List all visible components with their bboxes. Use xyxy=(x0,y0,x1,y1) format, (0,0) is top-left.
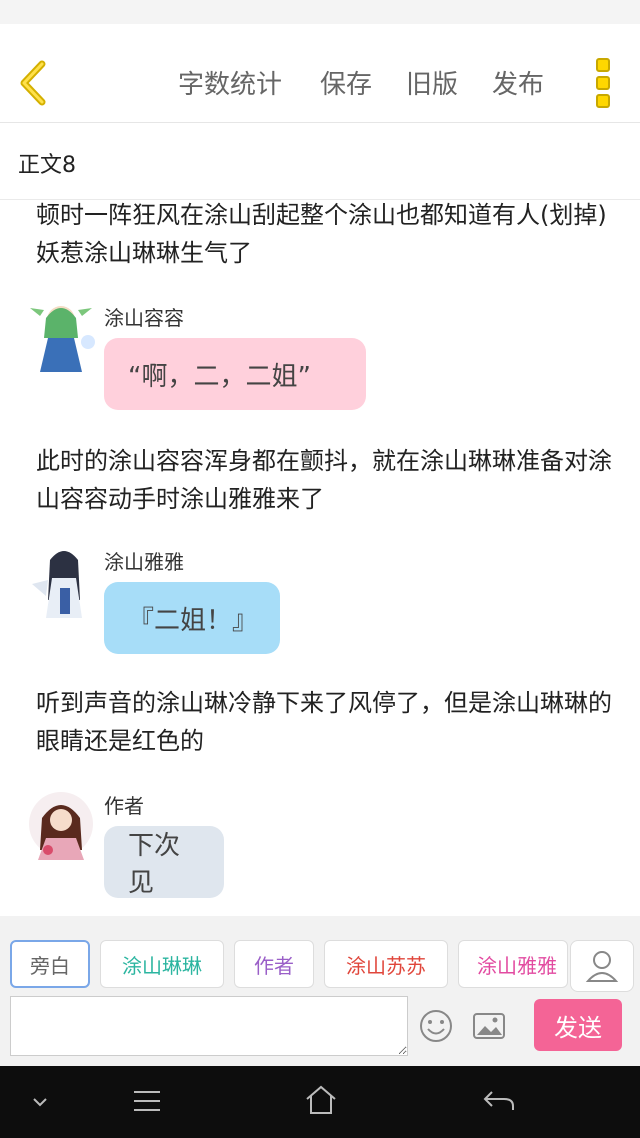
role-chip[interactable]: 作者 xyxy=(234,940,314,988)
role-selector-bar: 旁白 涂山琳琳 作者 涂山苏苏 涂山雅雅 xyxy=(0,916,640,994)
word-count-button[interactable]: 字数统计 xyxy=(178,64,282,101)
avatar-tushan-yaya xyxy=(32,551,82,618)
narration-text[interactable]: 此时的涂山容容浑身都在颤抖，就在涂山琳琳准备对涂山容容动手时涂山雅雅来了 xyxy=(36,442,616,518)
save-button[interactable]: 保存 xyxy=(320,64,372,101)
speaker-name: 涂山容容 xyxy=(104,306,184,330)
avatar-author xyxy=(29,792,93,860)
publish-button[interactable]: 发布 xyxy=(492,64,544,101)
role-chip-label: 旁白 xyxy=(30,953,70,978)
chapter-title[interactable]: 正文8 xyxy=(18,147,76,179)
chapter-header: 正文8 xyxy=(0,123,640,200)
role-chip-label: 作者 xyxy=(254,953,294,978)
role-chip[interactable]: 涂山雅雅 xyxy=(458,940,568,988)
chevron-down-icon[interactable] xyxy=(30,1094,50,1110)
narration-text[interactable]: 顿时一阵狂风在涂山刮起整个涂山也都知道有人(划掉)妖惹涂山琳琳生气了 xyxy=(36,200,616,272)
add-role-button[interactable] xyxy=(570,940,634,992)
role-chip[interactable]: 涂山苏苏 xyxy=(324,940,448,988)
home-icon[interactable] xyxy=(304,1084,338,1116)
message-input[interactable] xyxy=(10,996,408,1056)
image-icon[interactable] xyxy=(471,1008,507,1044)
dialogue-bubble[interactable]: 下次见 xyxy=(104,826,224,898)
role-chip-label: 涂山苏苏 xyxy=(346,953,426,978)
dialogue-bubble[interactable]: 『二姐！』 xyxy=(104,582,280,654)
back-icon[interactable] xyxy=(14,58,54,108)
narration-text[interactable]: 听到声音的涂山琳冷静下来了风停了，但是涂山琳琳的眼睛还是红色的 xyxy=(36,684,616,760)
old-version-button[interactable]: 旧版 xyxy=(406,64,458,101)
role-chip-label: 涂山雅雅 xyxy=(477,953,557,978)
system-nav-bar xyxy=(0,1066,640,1138)
composer-bar: 发送 xyxy=(0,994,640,1066)
role-chip[interactable]: 旁白 xyxy=(10,940,90,988)
dialogue-bubble[interactable]: “啊，二，二姐” xyxy=(104,338,366,410)
user-icon xyxy=(585,951,619,982)
role-chip[interactable]: 涂山琳琳 xyxy=(100,940,224,988)
status-bar xyxy=(0,0,640,24)
avatar-tushan-rongrong xyxy=(30,306,95,372)
story-content: 顿时一阵狂风在涂山刮起整个涂山也都知道有人(划掉)妖惹涂山琳琳生气了 涂山容容 … xyxy=(0,200,640,916)
speaker-name: 作者 xyxy=(104,794,144,818)
speaker-name: 涂山雅雅 xyxy=(104,550,184,574)
menu-icon[interactable] xyxy=(132,1088,162,1114)
emoji-icon[interactable] xyxy=(418,1008,454,1044)
back-nav-icon[interactable] xyxy=(482,1088,516,1114)
send-button[interactable]: 发送 xyxy=(534,999,622,1051)
role-chip-label: 涂山琳琳 xyxy=(122,953,202,978)
more-menu-icon[interactable] xyxy=(596,58,614,110)
top-toolbar: 字数统计 保存 旧版 发布 xyxy=(0,24,640,123)
